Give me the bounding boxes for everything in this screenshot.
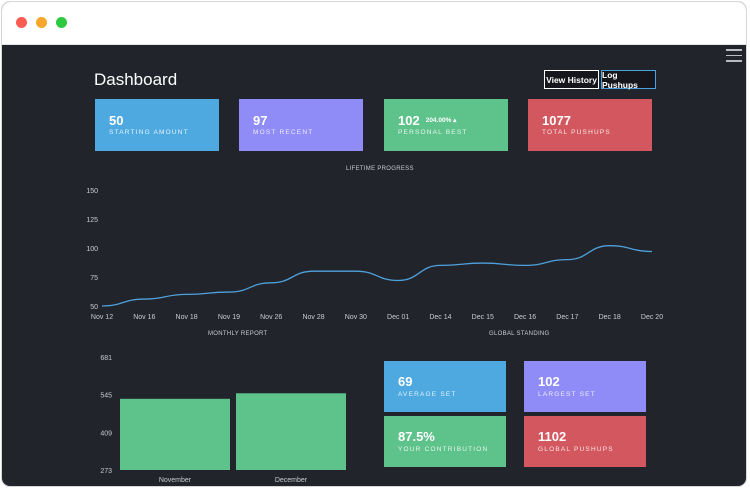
y-tick-label: 273 (100, 468, 112, 475)
x-tick-label: Dec 18 (599, 314, 621, 321)
x-tick-label: Nov 19 (218, 314, 240, 321)
y-tick-label: 75 (90, 275, 98, 282)
y-tick-label: 681 (100, 355, 112, 362)
stat-card-personal-best: 102 204.00% ▴ Personal Best (384, 99, 508, 151)
stat-value-wrap: 102 204.00% ▴ (398, 113, 456, 128)
x-tick-label: Nov 30 (345, 314, 367, 321)
x-tick-label: Dec 01 (387, 314, 409, 321)
stat-label: Total Pushups (542, 129, 611, 136)
page-title: Dashboard (94, 70, 178, 89)
maximize-window-button[interactable] (56, 17, 67, 28)
x-tick-label: Dec 16 (514, 314, 536, 321)
global-card-your-contribution: 87.5% Your Contribution (384, 416, 506, 467)
x-tick-label: Dec 17 (556, 314, 578, 321)
x-tick-label: Nov 28 (302, 314, 324, 321)
view-history-button[interactable]: View History (544, 70, 599, 89)
stat-card-total-pushups: 1077 Total Pushups (528, 99, 652, 151)
stat-value: 102 (398, 113, 420, 128)
y-tick-label: 545 (100, 393, 112, 400)
monthly-report-title: Monthly Report (208, 331, 268, 337)
y-tick-label: 125 (86, 217, 98, 224)
stat-card-most-recent: 97 Most Recent (239, 99, 363, 151)
global-standing-title: Global Standing (489, 331, 550, 337)
stat-label: Starting Amount (109, 129, 189, 136)
stat-value: 102 (538, 374, 560, 389)
minimize-window-button[interactable] (36, 17, 47, 28)
x-tick-label: Dec 15 (472, 314, 494, 321)
stat-label: Personal Best (398, 129, 468, 136)
x-tick-label: Dec 14 (429, 314, 451, 321)
stat-value: 87.5% (398, 429, 435, 444)
title-bar (2, 2, 746, 45)
stat-value: 69 (398, 374, 413, 389)
stat-label: Average Set (398, 391, 457, 398)
lifetime-progress-chart: 150 125 100 75 50 Nov 12 Nov 16 Nov 18 Nov 19 Nov… (86, 188, 663, 321)
global-card-average-set: 69 Average Set (384, 361, 506, 412)
x-tick-label: December (275, 477, 308, 484)
y-tick-label: 150 (86, 188, 98, 195)
bar (120, 398, 230, 470)
x-tick-label: Nov 26 (260, 314, 282, 321)
y-tick-label: 50 (90, 304, 98, 311)
stat-value: 50 (109, 113, 124, 128)
lifetime-progress-title: Lifetime Progress (346, 166, 414, 172)
stat-label: Most Recent (253, 129, 314, 136)
hamburger-menu-icon[interactable] (726, 49, 742, 63)
x-tick-label: Dec 20 (641, 314, 663, 321)
global-card-global-pushups: 1102 Global Pushups (524, 416, 646, 467)
stat-value: 97 (253, 113, 268, 128)
close-window-button[interactable] (16, 17, 27, 28)
browser-window: Dashboard View History Log Pushups 50 St… (2, 2, 746, 486)
global-card-largest-set: 102 Largest Set (524, 361, 646, 412)
stat-value: 1102 (538, 429, 567, 444)
monthly-report-chart: 681 545 409 273 November December (100, 355, 346, 484)
series-line (101, 245, 653, 307)
stat-label: Your Contribution (398, 446, 489, 453)
stat-percent-change: 204.00% ▴ (425, 117, 457, 124)
x-tick-label: Nov 18 (176, 314, 198, 321)
y-tick-label: 100 (86, 246, 98, 253)
y-tick-label: 409 (100, 430, 112, 437)
x-tick-label: Nov 12 (91, 314, 113, 321)
log-pushups-button[interactable]: Log Pushups (601, 70, 656, 90)
stat-card-starting-amount: 50 Starting Amount (95, 99, 219, 151)
stat-value: 1077 (542, 113, 571, 128)
x-tick-label: November (159, 477, 192, 484)
stat-label: Largest Set (538, 391, 596, 398)
stat-label: Global Pushups (538, 446, 614, 453)
x-tick-label: Nov 16 (133, 314, 155, 321)
bar (236, 393, 346, 470)
